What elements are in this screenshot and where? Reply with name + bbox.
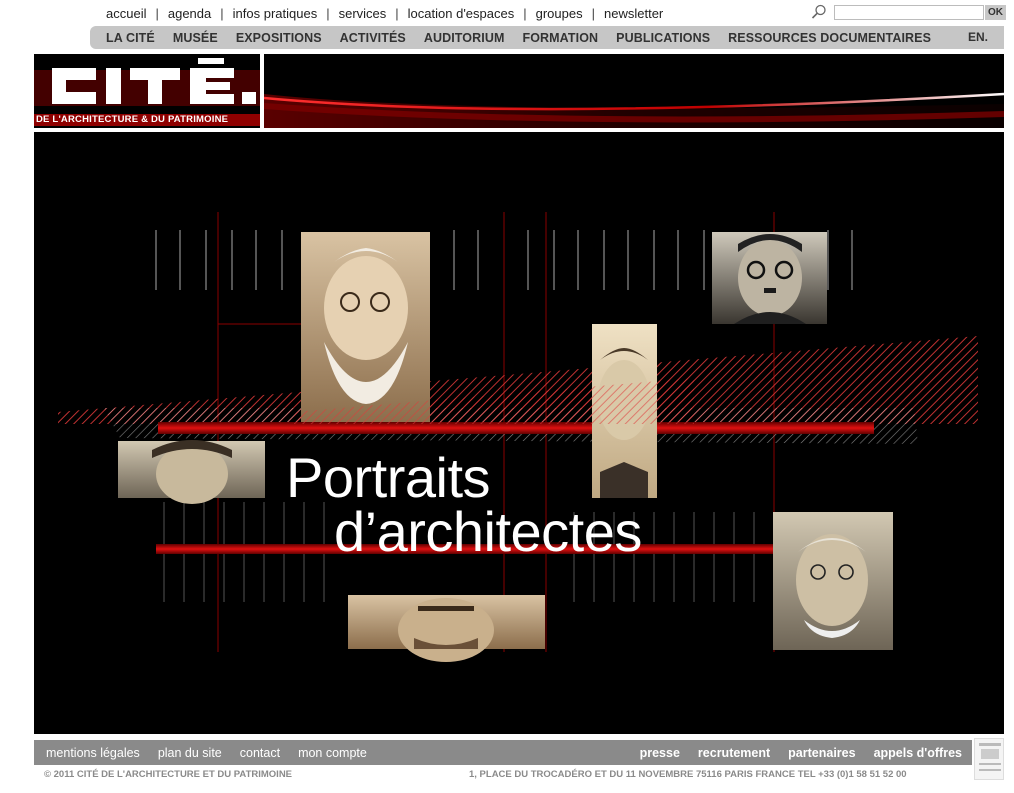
separator: | (523, 5, 527, 21)
portrait-photo (773, 512, 893, 650)
portrait-photo (301, 232, 430, 422)
address-text: 1, PLACE DU TROCADÉRO ET DU 11 NOVEMBRE … (469, 769, 907, 780)
nav-link-agenda[interactable]: agenda (168, 6, 211, 21)
menu-item-publications[interactable]: PUBLICATIONS (616, 31, 710, 45)
site-logo[interactable]: DE L'ARCHITECTURE & DU PATRIMOINE (34, 54, 260, 128)
hero-banner[interactable]: Portraits d’architectes (34, 132, 1004, 734)
separator: | (591, 5, 595, 21)
search-ok-button[interactable]: OK (985, 4, 1006, 20)
menu-item-expositions[interactable]: EXPOSITIONS (236, 31, 322, 45)
ministry-emblem-icon[interactable] (974, 738, 1004, 780)
footer-link-contact[interactable]: contact (240, 746, 280, 760)
separator: | (395, 5, 399, 21)
menu-item-activites[interactable]: ACTIVITÉS (340, 31, 406, 45)
logo-tagline: DE L'ARCHITECTURE & DU PATRIMOINE (34, 114, 260, 126)
search-input[interactable] (834, 4, 984, 20)
nav-link-groupes[interactable]: groupes (536, 6, 583, 21)
menu-item-musee[interactable]: MUSÉE (173, 31, 218, 45)
footer-bar: mentions légales plan du site contact mo… (34, 740, 972, 765)
menu-item-formation[interactable]: FORMATION (522, 31, 598, 45)
footer-link-partenaires[interactable]: partenaires (788, 746, 855, 760)
nav-link-infos-pratiques[interactable]: infos pratiques (233, 6, 318, 21)
copyright-text: © 2011 CITÉ DE L'ARCHITECTURE ET DU PATR… (44, 769, 293, 780)
footer-link-presse[interactable]: presse (640, 746, 680, 760)
menu-item-la-cite[interactable]: LA CITÉ (106, 31, 155, 45)
nav-link-newsletter[interactable]: newsletter (604, 6, 663, 21)
hero-artwork (58, 212, 978, 662)
nav-link-location[interactable]: location d'espaces (408, 6, 515, 21)
footer-link-mentions[interactable]: mentions légales (46, 746, 140, 760)
footer-link-plan[interactable]: plan du site (158, 746, 222, 760)
separator: | (155, 5, 159, 21)
footer-link-recrutement[interactable]: recrutement (698, 746, 770, 760)
search-icon[interactable] (810, 3, 828, 21)
nav-link-services[interactable]: services (339, 6, 387, 21)
search-box: OK (810, 3, 1006, 21)
footer-link-appels-offres[interactable]: appels d'offres (874, 746, 962, 760)
menu-item-auditorium[interactable]: AUDITORIUM (424, 31, 505, 45)
main-nav: LA CITÉ MUSÉE EXPOSITIONS ACTIVITÉS AUDI… (90, 26, 1004, 49)
menu-item-ressources[interactable]: RESSOURCES DOCUMENTAIRES (728, 31, 931, 45)
separator: | (326, 5, 330, 21)
logo-wordmark (34, 58, 260, 106)
language-switch[interactable]: EN. (968, 30, 988, 44)
nav-link-accueil[interactable]: accueil (106, 6, 146, 21)
portrait-photo (348, 595, 545, 662)
footer-link-mon-compte[interactable]: mon compte (298, 746, 367, 760)
hero-title-line1: Portraits (286, 446, 491, 509)
utility-nav: accueil | agenda | infos pratiques | servic… (106, 5, 663, 21)
header-banner (264, 54, 1004, 128)
separator: | (220, 5, 224, 21)
hero-title-line2: d’architectes (334, 500, 642, 563)
portrait-photo (712, 232, 827, 324)
portrait-photo (118, 440, 265, 504)
